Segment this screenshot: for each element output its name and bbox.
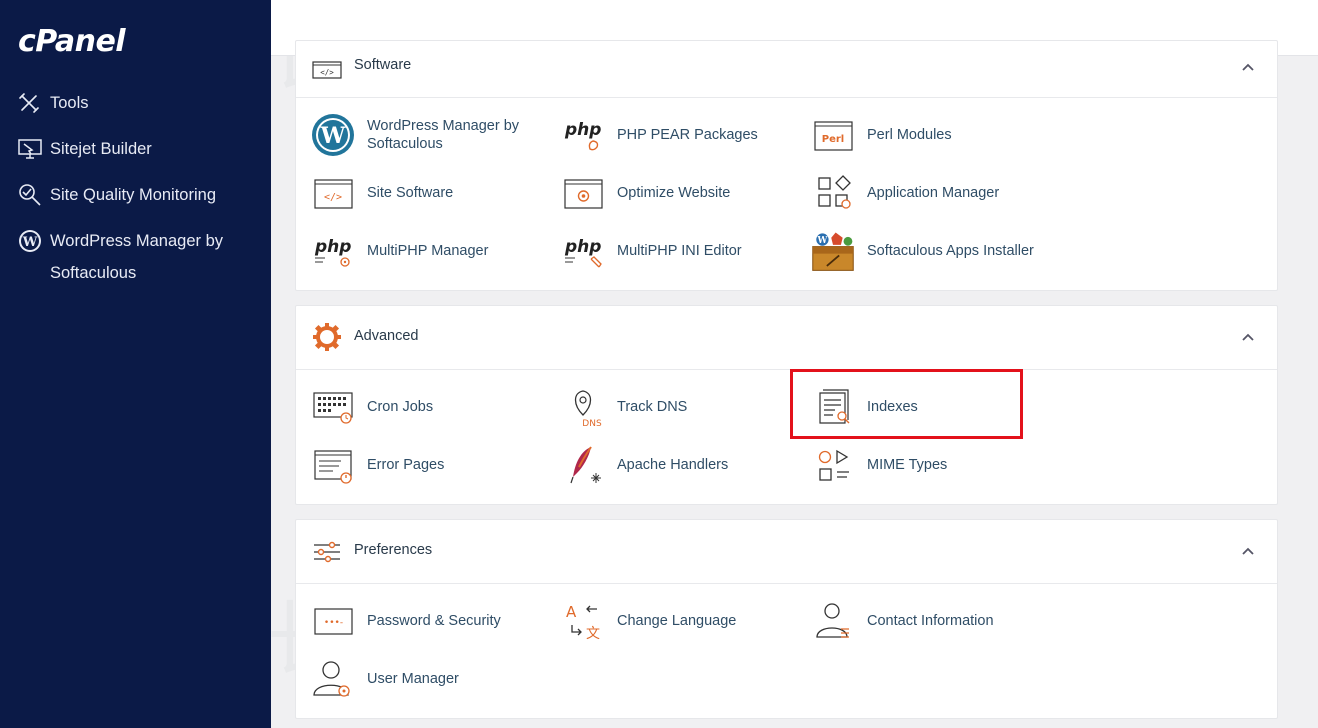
software-header[interactable]: </> Software [296, 41, 1277, 98]
item-label: Softaculous Apps Installer [867, 243, 1034, 259]
section-title: Software [354, 57, 412, 73]
software-item-multiphp-ini[interactable]: php MultiPHP INI Editor [561, 229, 742, 273]
item-label: Optimize Website [617, 185, 731, 201]
advanced-item-mime[interactable]: MIME Types [811, 443, 947, 487]
sitejet-icon [18, 133, 44, 165]
cpanel-logo[interactable]: cPanel [18, 24, 126, 59]
svg-text:W: W [22, 235, 38, 250]
software-item-wordpress[interactable]: W WordPress Manager by Softaculous [311, 113, 519, 157]
sliders-icon [312, 537, 342, 567]
preferences-header[interactable]: Preferences [296, 520, 1277, 584]
multiphp-manager-icon: php [311, 229, 355, 273]
svg-text:•••-: •••- [324, 618, 343, 628]
svg-text:DNS: DNS [582, 419, 602, 429]
sidebar-item-label: Site Quality Monitoring [50, 186, 216, 204]
item-label: WordPress Manager by Softaculous [367, 118, 520, 152]
item-label: Error Pages [367, 457, 445, 473]
sidebar-item-tools[interactable]: Tools [18, 87, 89, 119]
svg-text:php: php [564, 120, 601, 140]
svg-text:文: 文 [586, 626, 600, 642]
section-title: Advanced [354, 328, 419, 344]
perl-icon: Perl [811, 113, 855, 157]
sidebar-item-site-quality[interactable]: Site Quality Monitoring [18, 179, 216, 211]
svg-text:php: php [564, 237, 601, 257]
software-item-php-pear[interactable]: php PHP PEAR Packages [561, 113, 758, 157]
apache-feather-icon [561, 443, 605, 487]
svg-text:php: php [314, 237, 351, 257]
preferences-item-password[interactable]: •••- Password & Security [311, 599, 501, 643]
preferences-item-user-manager[interactable]: User Manager [311, 657, 459, 701]
sidebar-item-wordpress[interactable]: W WordPress Manager by Softaculous [18, 225, 280, 289]
software-item-perl[interactable]: Perl Perl Modules [811, 113, 952, 157]
softaculous-icon: W [811, 229, 855, 273]
item-label: Perl Modules [867, 127, 952, 143]
sidebar-item-label: WordPress Manager by Softaculous [50, 232, 224, 282]
php-pear-icon: php [561, 113, 605, 157]
cron-icon [311, 385, 355, 429]
software-item-site-software[interactable]: </> Site Software [311, 171, 453, 215]
sidebar-item-label: Sitejet Builder [50, 140, 152, 158]
wordpress-icon: W [311, 113, 355, 157]
optimize-icon [561, 171, 605, 215]
item-label: Application Manager [867, 185, 1000, 201]
language-icon: A文 [561, 599, 605, 643]
error-pages-icon [311, 443, 355, 487]
track-dns-icon: DNS [561, 385, 605, 429]
software-icon: </> [312, 55, 342, 85]
multiphp-ini-icon: php [561, 229, 605, 273]
item-label: MIME Types [867, 457, 948, 473]
advanced-header[interactable]: Advanced [296, 306, 1277, 370]
sidebar-item-label: Tools [50, 94, 89, 112]
preferences-item-language[interactable]: A文 Change Language [561, 599, 736, 643]
chevron-up-icon[interactable] [1239, 543, 1257, 561]
item-label: MultiPHP Manager [367, 243, 489, 259]
item-label: MultiPHP INI Editor [617, 243, 742, 259]
item-label: User Manager [367, 671, 459, 687]
advanced-item-error-pages[interactable]: Error Pages [311, 443, 444, 487]
mime-icon [811, 443, 855, 487]
wordpress-icon: W [18, 225, 44, 257]
advanced-item-track-dns[interactable]: DNS Track DNS [561, 385, 687, 429]
chevron-up-icon[interactable] [1239, 329, 1257, 347]
password-icon: •••- [311, 599, 355, 643]
svg-text:</>: </> [324, 192, 342, 203]
chevron-up-icon[interactable] [1239, 59, 1257, 77]
gear-icon [312, 322, 342, 352]
advanced-item-apache-handlers[interactable]: Apache Handlers [561, 443, 728, 487]
tools-icon [18, 87, 44, 119]
section-title: Preferences [354, 542, 433, 558]
svg-text:</>: </> [320, 68, 334, 77]
highlight-box [790, 369, 1023, 439]
item-label: Apache Handlers [617, 457, 729, 473]
svg-text:W: W [320, 123, 346, 149]
item-label: Track DNS [617, 399, 688, 415]
svg-text:A: A [566, 603, 577, 621]
software-item-optimize[interactable]: Optimize Website [561, 171, 730, 215]
item-label: PHP PEAR Packages [617, 127, 758, 143]
site-quality-icon [18, 179, 44, 211]
advanced-item-cron[interactable]: Cron Jobs [311, 385, 433, 429]
item-label: Password & Security [367, 613, 501, 629]
item-label: Site Software [367, 185, 454, 201]
svg-text:Perl: Perl [822, 134, 844, 145]
svg-text:W: W [816, 236, 827, 246]
software-item-multiphp-manager[interactable]: php MultiPHP Manager [311, 229, 488, 273]
item-label: Cron Jobs [367, 399, 434, 415]
contact-icon [811, 599, 855, 643]
preferences-item-contact[interactable]: Contact Information [811, 599, 994, 643]
app-manager-icon [811, 171, 855, 215]
user-manager-icon [311, 657, 355, 701]
software-item-app-manager[interactable]: Application Manager [811, 171, 999, 215]
software-item-softaculous[interactable]: W Softaculous Apps Installer [811, 229, 1034, 273]
sidebar-item-sitejet[interactable]: Sitejet Builder [18, 133, 152, 165]
sidebar: cPanel Tools Sitejet Builder Site Qualit… [0, 0, 271, 728]
item-label: Change Language [617, 613, 737, 629]
code-window-icon: </> [311, 171, 355, 215]
item-label: Contact Information [867, 613, 994, 629]
